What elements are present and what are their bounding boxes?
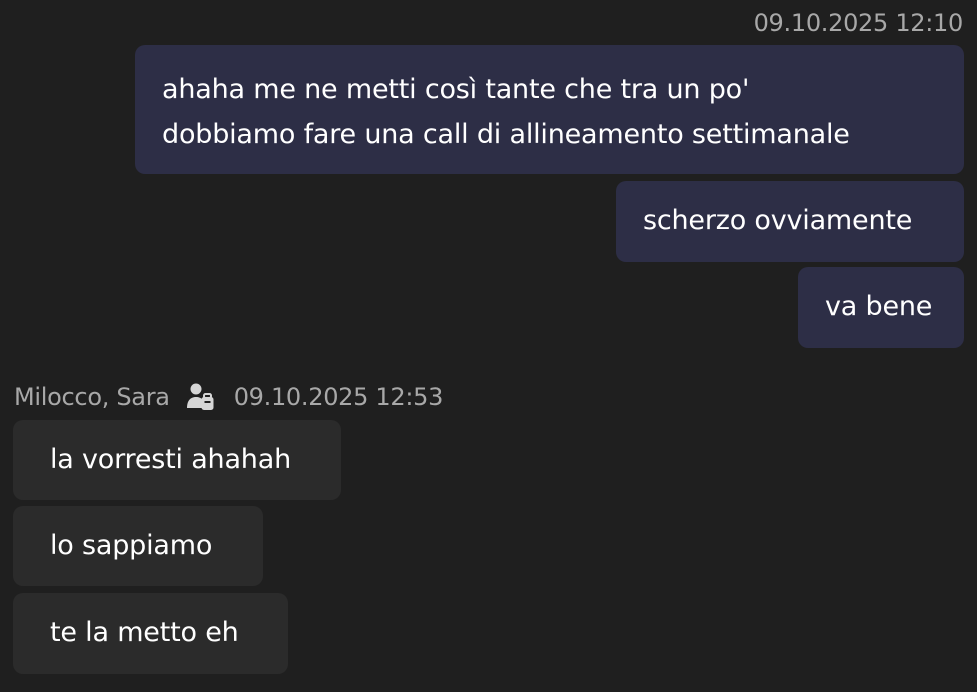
message-text: scherzo ovviamente <box>643 205 913 236</box>
message-text: te la metto eh <box>50 617 239 648</box>
incoming-header: Milocco, Sara 09.10.2025 12:53 <box>14 380 443 414</box>
incoming-message[interactable]: lo sappiamo <box>13 506 263 586</box>
incoming-message[interactable]: te la metto eh <box>13 593 288 674</box>
message-text: lo sappiamo <box>50 530 213 561</box>
message-text: va bene <box>825 291 933 322</box>
outgoing-message[interactable]: va bene <box>798 267 964 348</box>
message-text-line: ahaha me ne metti così tante che tra un … <box>162 74 750 105</box>
incoming-message[interactable]: la vorresti ahahah <box>13 420 341 500</box>
message-text: la vorresti ahahah <box>50 444 291 475</box>
outgoing-timestamp: 09.10.2025 12:10 <box>753 9 964 37</box>
incoming-timestamp: 09.10.2025 12:53 <box>233 383 444 411</box>
chat-thread: 09.10.2025 12:10 ahaha me ne metti così … <box>0 0 977 692</box>
outgoing-message[interactable]: scherzo ovviamente <box>616 181 964 262</box>
message-text-line: dobbiamo fare una call di allineamento s… <box>162 119 850 150</box>
outgoing-message[interactable]: ahaha me ne metti così tante che tra un … <box>135 45 964 174</box>
sender-name[interactable]: Milocco, Sara <box>14 383 170 411</box>
external-user-icon <box>186 383 214 410</box>
